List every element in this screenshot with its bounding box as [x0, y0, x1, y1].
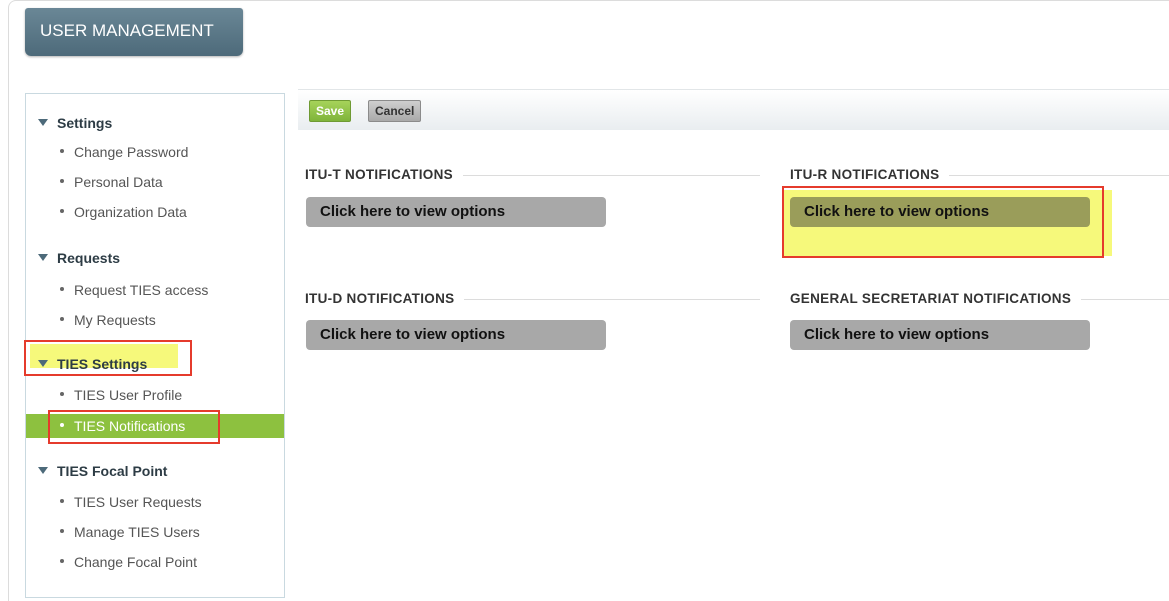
section-settings[interactable]: Settings [38, 115, 112, 131]
triangle-down-icon [38, 118, 48, 126]
sidebar-item-ties-user-requests[interactable]: TIES User Requests [26, 490, 284, 514]
bullet-icon [60, 179, 64, 184]
sidebar-item-ties-user-profile[interactable]: TIES User Profile [26, 383, 284, 407]
sidebar-item-label: TIES User Profile [74, 387, 183, 403]
sidebar-item-my-requests[interactable]: My Requests [26, 308, 284, 332]
section-ties-focal-point[interactable]: TIES Focal Point [38, 463, 167, 479]
toolbar: Save Cancel [298, 89, 1169, 130]
sidebar-item-personal-data[interactable]: Personal Data [26, 170, 284, 194]
save-button[interactable]: Save [309, 100, 352, 122]
bullet-icon [60, 529, 64, 534]
cancel-button[interactable]: Cancel [368, 100, 422, 122]
section-title: TIES Focal Point [57, 463, 168, 479]
section-title: Settings [57, 115, 113, 131]
itu-d-notifications-label: ITU-D NOTIFICATIONS [305, 291, 465, 306]
bullet-icon [60, 392, 64, 397]
bullet-icon [60, 559, 64, 564]
annotation-box [48, 410, 220, 444]
sidebar: Settings Change Password Personal Data O… [24, 93, 285, 598]
sidebar-item-label: TIES User Requests [74, 494, 202, 510]
app-title: USER MANAGEMENT [25, 8, 243, 56]
section-title: Requests [57, 250, 121, 266]
bullet-icon [60, 287, 64, 292]
triangle-down-icon [38, 253, 48, 261]
sidebar-item-change-password[interactable]: Change Password [26, 140, 284, 164]
annotation-box [24, 340, 192, 376]
itu-d-view-options-button[interactable]: Click here to view options [306, 320, 606, 350]
bullet-icon [60, 317, 64, 322]
sidebar-item-manage-ties-users[interactable]: Manage TIES Users [26, 520, 284, 544]
sidebar-item-label: Manage TIES Users [74, 524, 200, 540]
bullet-icon [60, 499, 64, 504]
itu-t-notifications-label: ITU-T NOTIFICATIONS [305, 167, 463, 182]
sidebar-item-change-focal-point[interactable]: Change Focal Point [26, 550, 284, 574]
triangle-down-icon [38, 466, 48, 474]
itu-t-view-options-button[interactable]: Click here to view options [306, 197, 606, 227]
sidebar-item-label: Change Focal Point [74, 554, 197, 570]
section-requests[interactable]: Requests [38, 250, 120, 266]
sidebar-item-label: Organization Data [74, 204, 187, 220]
itu-r-notifications-label: ITU-R NOTIFICATIONS [790, 167, 950, 182]
general-secretariat-view-options-button[interactable]: Click here to view options [790, 320, 1090, 350]
general-secretariat-notifications-label: GENERAL SECRETARIAT NOTIFICATIONS [790, 291, 1082, 306]
sidebar-item-organization-data[interactable]: Organization Data [26, 200, 284, 224]
sidebar-item-label: Personal Data [74, 174, 163, 190]
sidebar-item-label: Change Password [74, 144, 189, 160]
sidebar-item-request-ties-access[interactable]: Request TIES access [26, 278, 284, 302]
bullet-icon [60, 149, 64, 154]
sidebar-item-label: Request TIES access [74, 282, 209, 298]
sidebar-item-label: My Requests [74, 312, 156, 328]
bullet-icon [60, 209, 64, 214]
annotation-box [782, 186, 1104, 258]
